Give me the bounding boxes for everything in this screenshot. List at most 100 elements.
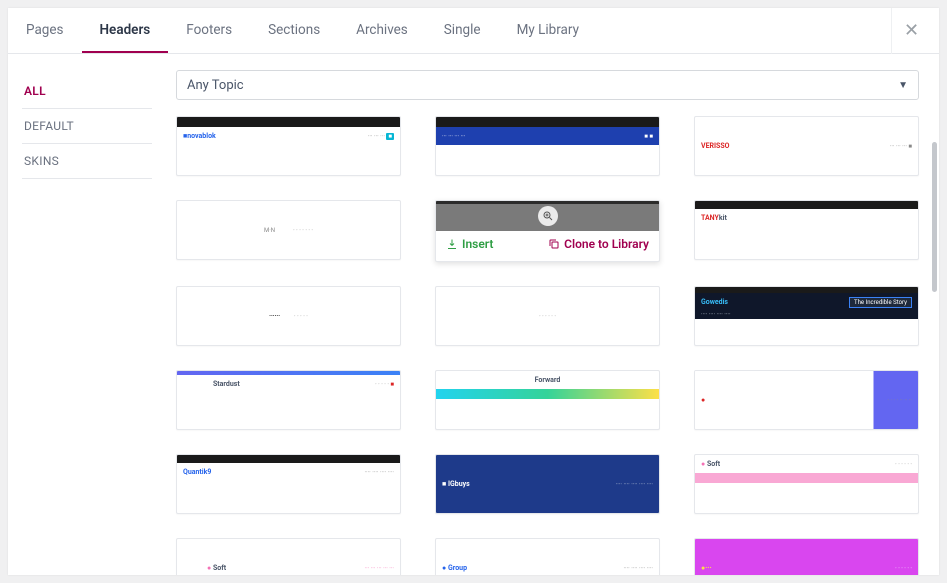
copy-icon bbox=[548, 238, 560, 250]
sidebar-item-skins[interactable]: SKINS bbox=[22, 144, 152, 179]
template-card[interactable]: ● Group ···· ···· ···· ···· bbox=[435, 538, 660, 575]
preview-logo: ■ IGbuys bbox=[442, 480, 470, 488]
template-card[interactable]: ●··· · · · · · · bbox=[694, 538, 919, 575]
preview-midbar: M·N · · · · · · · bbox=[177, 201, 400, 259]
tab-headers[interactable]: Headers bbox=[82, 8, 169, 53]
chevron-down-icon: ▼ bbox=[898, 80, 908, 91]
preview-menu: ··· ··· ··· ■ bbox=[368, 133, 394, 140]
template-card[interactable]: ······ · · · · · bbox=[176, 286, 401, 346]
preview-midbar: ● Group ···· ···· ···· ···· bbox=[436, 539, 659, 575]
preview-logo: ■novablok bbox=[183, 132, 216, 140]
preview-logo: Quantik9 bbox=[183, 468, 211, 476]
template-card[interactable]: Quantik9 ···· ···· ···· ···· bbox=[176, 454, 401, 514]
template-card[interactable]: Forward bbox=[435, 370, 660, 430]
preview-logo: Forward bbox=[535, 376, 561, 384]
topbar: Pages Headers Footers Sections Archives … bbox=[8, 8, 939, 54]
clone-label: Clone to Library bbox=[564, 237, 649, 251]
preview-logo: Gowedis bbox=[701, 298, 728, 306]
preview-logo: ● Group bbox=[442, 564, 467, 572]
preview-midbar: VERISSO ··· ··· ··· ■ bbox=[695, 117, 918, 175]
preview-logo: Stardust bbox=[213, 380, 240, 388]
preview-logo: ●··· bbox=[701, 564, 712, 572]
template-card[interactable]: ■novablok ··· ··· ··· ■ bbox=[176, 116, 401, 176]
template-card[interactable]: · · · · · · bbox=[435, 286, 660, 346]
preview-midbar: Stardust · · · · · ■ bbox=[177, 375, 400, 393]
clone-button[interactable]: Clone to Library bbox=[548, 237, 649, 251]
preview-logo: ● bbox=[701, 396, 705, 404]
preview-nav: ···· ···· ···· ···· bbox=[695, 311, 918, 319]
preview-stripe bbox=[436, 389, 659, 399]
preview-menu: · · · · · · bbox=[895, 461, 912, 468]
preview-menu-right: ■ ■ bbox=[644, 133, 653, 140]
tab-footers[interactable]: Footers bbox=[168, 8, 250, 53]
preview-menu: ···· ···· ···· ···· ···· bbox=[616, 481, 653, 488]
preview-menu: · · · · ·· ·· ·· bbox=[887, 397, 912, 404]
topic-filter-value: Any Topic bbox=[187, 78, 244, 93]
template-card[interactable]: Gowedis The Incredible Story ···· ···· ·… bbox=[694, 286, 919, 346]
tab-pages[interactable]: Pages bbox=[8, 8, 82, 53]
tab-archives[interactable]: Archives bbox=[338, 8, 426, 53]
preview-menu: ···· ···· ···· ···· bbox=[623, 565, 653, 572]
preview-text: M·N bbox=[264, 227, 275, 234]
template-card[interactable]: ● Soft ··· ··· ··· ··· ··· bbox=[176, 538, 401, 575]
template-card[interactable]: ■ IGbuys ···· ···· ···· ···· ···· bbox=[435, 454, 660, 514]
preview-menu: · · · · · bbox=[294, 313, 308, 320]
preview-logo: TANYkit bbox=[701, 214, 727, 222]
preview-menu: ··· ··· ··· ··· bbox=[442, 133, 465, 140]
template-card[interactable]: ● · · · · ·· ·· ·· bbox=[694, 370, 919, 430]
template-card[interactable]: TANYkit bbox=[694, 200, 919, 260]
sidebar-item-default[interactable]: DEFAULT bbox=[22, 109, 152, 144]
insert-button[interactable]: Insert bbox=[446, 237, 493, 251]
preview-logo: VERISSO bbox=[701, 142, 730, 150]
magnify-icon bbox=[538, 206, 558, 226]
preview-midbar: ● · · · · ·· ·· ·· bbox=[695, 371, 918, 429]
main-panel: Any Topic ▼ ■novablok ··· ··· ··· ■ ··· … bbox=[166, 54, 939, 575]
preview-midbar: TANYkit bbox=[695, 209, 918, 227]
preview-menu: · · · · · · bbox=[895, 565, 912, 572]
download-icon bbox=[446, 238, 458, 250]
preview-cta: The Incredible Story bbox=[849, 297, 912, 308]
preview-logo: ● Soft bbox=[207, 564, 226, 572]
preview-midbar: ······ · · · · · bbox=[177, 287, 400, 345]
preview-topbar bbox=[695, 201, 918, 209]
preview-logo: ● Soft bbox=[701, 460, 720, 468]
preview-menu: ···· ···· ···· ···· bbox=[364, 469, 394, 476]
preview-midbar: ●··· · · · · · · bbox=[695, 539, 918, 575]
close-button[interactable]: ✕ bbox=[891, 8, 931, 54]
template-card[interactable]: M·N · · · · · · · bbox=[176, 200, 401, 260]
preview-midbar: Gowedis The Incredible Story bbox=[695, 293, 918, 311]
template-card[interactable]: Stardust · · · · · ■ bbox=[176, 370, 401, 430]
template-grid: ■novablok ··· ··· ··· ■ ··· ··· ··· ··· … bbox=[176, 116, 919, 575]
preview-midbar: Quantik9 ···· ···· ···· ···· bbox=[177, 463, 400, 481]
preview-topbar bbox=[436, 117, 659, 127]
insert-label: Insert bbox=[462, 237, 493, 251]
preview-midbar: ■ IGbuys ···· ···· ···· ···· ···· bbox=[436, 455, 659, 513]
preview-topbar bbox=[177, 455, 400, 463]
tab-single[interactable]: Single bbox=[426, 8, 499, 53]
card-actions: Insert Clone to Library bbox=[436, 231, 659, 257]
template-library-window: Pages Headers Footers Sections Archives … bbox=[8, 8, 939, 575]
preview-menu: ··· ··· ··· ··· ··· bbox=[365, 565, 394, 572]
preview-stripe bbox=[695, 473, 918, 483]
tab-my-library[interactable]: My Library bbox=[499, 8, 597, 53]
template-card[interactable]: ● Soft · · · · · · bbox=[694, 454, 919, 514]
topic-filter-select[interactable]: Any Topic ▼ bbox=[176, 70, 919, 100]
body: ALL DEFAULT SKINS Any Topic ▼ ■novablok … bbox=[8, 54, 939, 575]
preview-midbar: Forward bbox=[436, 371, 659, 389]
preview-midbar: ■novablok ··· ··· ··· ■ bbox=[177, 127, 400, 145]
tab-sections[interactable]: Sections bbox=[250, 8, 338, 53]
template-card[interactable]: ··· ··· ··· ··· ■ ■ bbox=[435, 116, 660, 176]
template-card-hover[interactable]: Insert Clone to Library bbox=[435, 200, 660, 262]
preview-logo: ······ bbox=[269, 313, 280, 320]
tab-strip: Pages Headers Footers Sections Archives … bbox=[8, 8, 891, 53]
preview-menu: ··· ··· ··· ■ bbox=[890, 143, 912, 150]
preview-midbar: ● Soft · · · · · · bbox=[695, 455, 918, 473]
preview-midbar: ··· ··· ··· ··· ■ ■ bbox=[436, 127, 659, 145]
preview-menu: · · · · · · bbox=[539, 313, 556, 320]
preview-midbar: · · · · · · bbox=[436, 287, 659, 345]
sidebar-item-all[interactable]: ALL bbox=[22, 74, 152, 109]
preview-topbar bbox=[177, 117, 400, 127]
preview-midbar: ● Soft ··· ··· ··· ··· ··· bbox=[177, 539, 400, 575]
template-card[interactable]: VERISSO ··· ··· ··· ■ bbox=[694, 116, 919, 176]
preview-menu: · · · · · ■ bbox=[375, 381, 394, 388]
